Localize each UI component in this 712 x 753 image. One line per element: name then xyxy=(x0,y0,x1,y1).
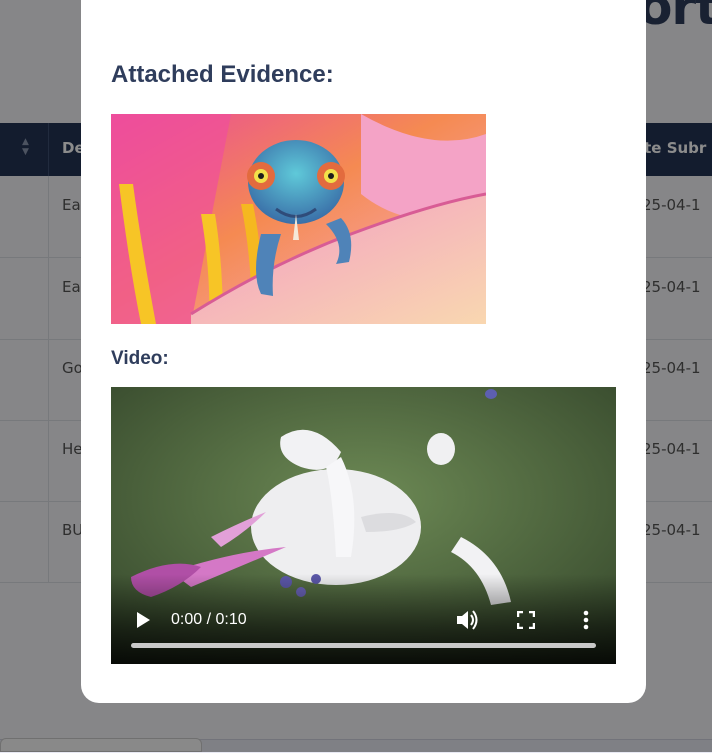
video-controls: 0:00 / 0:10 xyxy=(111,574,616,664)
volume-icon[interactable] xyxy=(455,609,479,631)
video-label: Video: xyxy=(111,348,169,369)
time-separator: / xyxy=(202,611,216,628)
attached-evidence-heading: Attached Evidence: xyxy=(111,61,334,88)
video-duration: 0:10 xyxy=(215,611,247,628)
evidence-modal: Attached Evidence: Video: 0:00 / 0:10 xyxy=(81,0,646,703)
more-vertical-icon[interactable] xyxy=(581,609,591,631)
video-player[interactable]: 0:00 / 0:10 xyxy=(111,387,616,664)
video-time: 0:00 / 0:10 xyxy=(171,611,247,629)
video-current-time: 0:00 xyxy=(171,611,203,628)
video-progress-bar[interactable] xyxy=(131,643,596,648)
play-icon[interactable] xyxy=(135,611,151,629)
fullscreen-icon[interactable] xyxy=(516,610,536,630)
evidence-image[interactable] xyxy=(111,114,486,324)
